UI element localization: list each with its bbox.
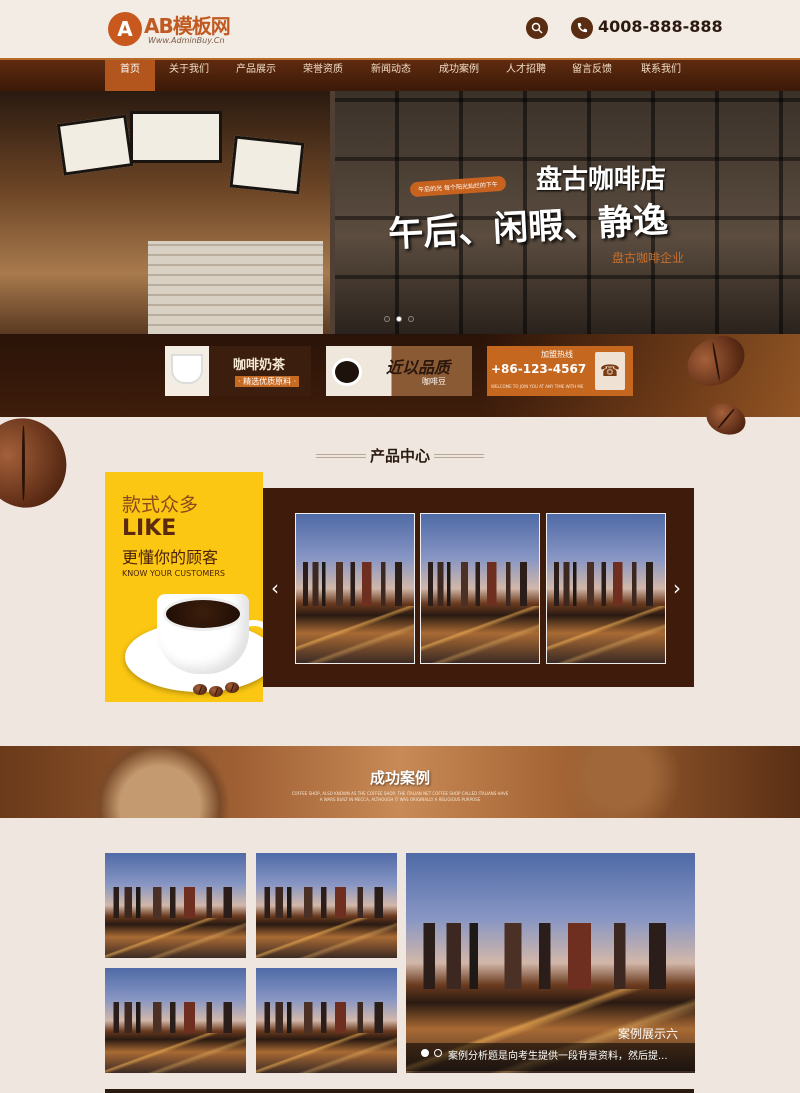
case-caption-title: 案例展示六 — [617, 1027, 678, 1041]
slider-dot-1[interactable] — [384, 316, 390, 322]
promo-milktea-title: 咖啡奶茶 — [233, 358, 286, 373]
search-icon — [531, 22, 543, 34]
promo-card-milktea[interactable]: 咖啡奶茶 · 精选优质原料 · — [165, 346, 311, 396]
nav-item-products[interactable]: 产品展示 — [226, 60, 286, 91]
logo-subtitle: Www.AdminBuy.Cn — [148, 36, 225, 45]
cases-subtitle: A WARS BUILT IN MECCA, ALTHOUGH IT WAS O… — [319, 797, 481, 802]
nav-item-feedback[interactable]: 留言反馈 — [563, 60, 621, 91]
products-promo-card[interactable]: 款式众多 LIKE 更懂你的顾客 KNOW YOUR CUSTOMERS — [105, 472, 263, 702]
promo-beans-title: 近以品质 — [386, 358, 451, 377]
bottom-divider — [105, 1089, 694, 1093]
banner-shop-name: 盘古咖啡店 — [536, 165, 667, 195]
nav-item-about[interactable]: 关于我们 — [160, 60, 218, 91]
cases-subtitle: COFFEE SHOP, ALSO KNOWN AS THE COFFEE SH… — [291, 791, 509, 796]
promo-customer-text: 更懂你的顾客 — [122, 548, 219, 567]
promo-card-hotline[interactable]: 加盟热线 +86-123-4567 WELCOME TO JOIN YOU AT… — [487, 346, 633, 396]
hotline-subtitle: WELCOME TO JOIN YOU AT ANY TIME WITH ME — [491, 384, 584, 389]
logo[interactable]: A AB模板网 Www.AdminBuy.Cn — [108, 10, 248, 50]
nav-item-cases[interactable]: 成功案例 — [430, 60, 488, 91]
promo-english-text: KNOW YOUR CUSTOMERS — [122, 569, 225, 578]
promo-beans-subtitle: 咖啡豆 — [422, 377, 446, 386]
promo-strip: 咖啡奶茶 · 精选优质原料 · 近以品质 咖啡豆 加盟热线 +86-123-45… — [0, 326, 800, 440]
menu-board-image — [229, 135, 305, 195]
menu-board-image — [56, 114, 134, 176]
hotline-label: 加盟热线 — [541, 350, 573, 359]
coffee-surface-image — [163, 597, 243, 631]
nav-item-jobs[interactable]: 人才招聘 — [497, 60, 555, 91]
cases-section-title: 成功案例 — [369, 769, 430, 787]
slider-dot-3[interactable] — [408, 316, 414, 322]
carousel-next-button[interactable]: › — [673, 576, 681, 600]
hotline-number: +86-123-4567 — [491, 362, 587, 376]
cup-icon — [332, 358, 362, 386]
case-caption-description: 案例分析题是向考生提供一段背景资料，然后提... — [448, 1051, 668, 1062]
product-thumbnail[interactable] — [420, 513, 540, 664]
logo-mark: A — [108, 12, 142, 46]
coffee-bean-icon — [225, 682, 239, 693]
products-section-title: 产品中心 — [369, 447, 430, 465]
banner-counter-image — [148, 241, 323, 334]
hero-banner[interactable]: 午后的光 每个阳光灿烂的下午 盘古咖啡店 午后、闲暇、静逸 盘古咖啡企业 — [0, 91, 800, 334]
case-slider-dot-2[interactable] — [434, 1049, 442, 1057]
case-slider-dot-1[interactable] — [421, 1049, 429, 1057]
coffee-bean-icon — [209, 686, 223, 697]
case-thumbnail[interactable] — [105, 968, 246, 1073]
main-nav: 首页 关于我们 产品展示 荣誉资质 新闻动态 成功案例 人才招聘 留言反馈 联系… — [0, 58, 800, 91]
promo-milktea-subtitle: · 精选优质原料 · — [235, 376, 300, 387]
phone-icon — [571, 17, 593, 39]
slider-dot-2[interactable] — [396, 316, 402, 322]
menu-board-image — [130, 111, 222, 163]
case-thumbnail[interactable] — [105, 853, 246, 958]
logo-title: AB模板网 — [144, 14, 231, 38]
banner-subtitle: 盘古咖啡企业 — [612, 251, 685, 265]
products-carousel: ‹ › — [263, 488, 694, 687]
header: A AB模板网 Www.AdminBuy.Cn 4008-888-888 — [0, 0, 800, 58]
nav-item-news[interactable]: 新闻动态 — [362, 60, 420, 91]
carousel-prev-button[interactable]: ‹ — [271, 576, 279, 600]
case-thumbnail[interactable] — [256, 853, 397, 958]
product-thumbnail[interactable] — [546, 513, 666, 664]
promo-card-beans[interactable]: 近以品质 咖啡豆 — [326, 346, 472, 396]
phone-icon: ☎ — [595, 352, 625, 390]
coffee-bean-icon — [193, 684, 207, 695]
nav-item-contact[interactable]: 联系我们 — [632, 60, 690, 91]
nav-item-honors[interactable]: 荣誉资质 — [294, 60, 352, 91]
promo-headline: 款式众多 — [122, 494, 199, 516]
case-thumbnail[interactable] — [256, 968, 397, 1073]
product-thumbnail[interactable] — [295, 513, 415, 664]
promo-like-text: LIKE — [122, 516, 177, 541]
cup-icon — [171, 354, 203, 384]
search-button[interactable] — [526, 17, 548, 39]
nav-item-home[interactable]: 首页 — [105, 60, 155, 91]
phone-number: 4008-888-888 — [598, 17, 723, 36]
